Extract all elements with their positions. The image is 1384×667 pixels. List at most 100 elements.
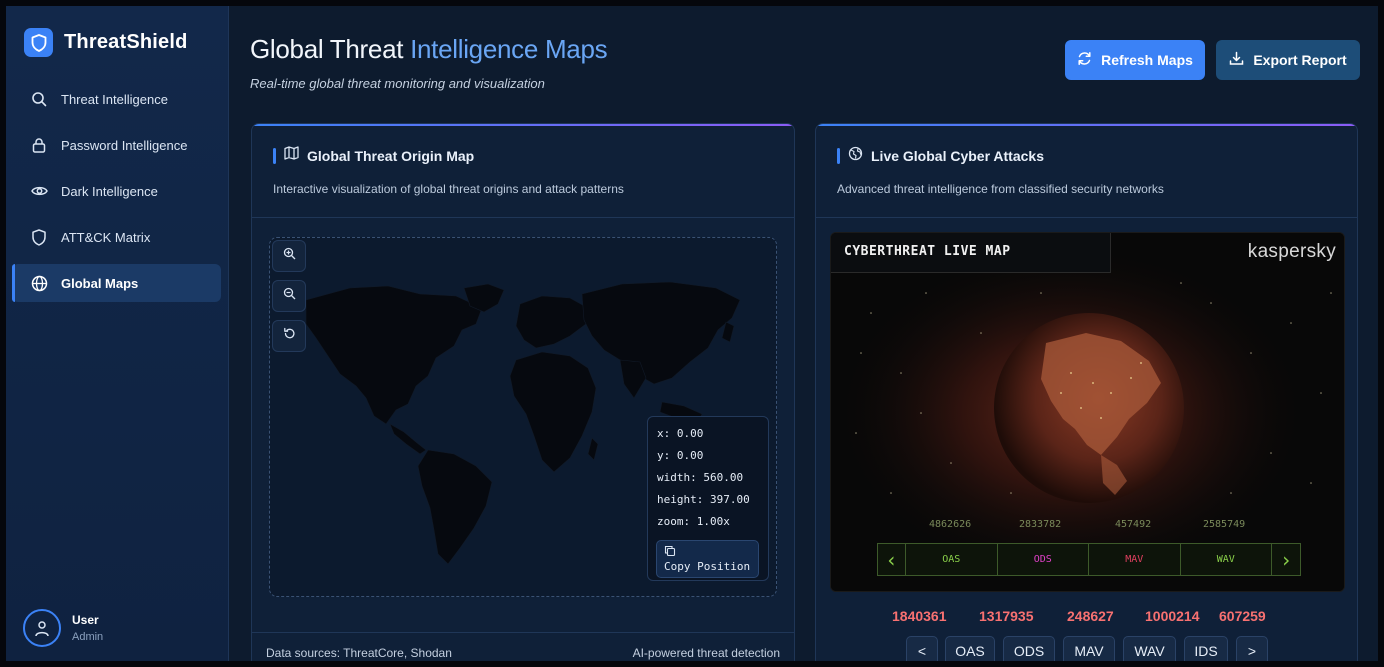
position-zoom: zoom: 1.00x [657,515,730,528]
export-report-label: Export Report [1253,52,1347,68]
zoom-out-icon [283,287,296,305]
page-title-highlight: Intelligence Maps [410,34,608,64]
panel-accent-bar [273,147,276,164]
prev-button[interactable]: < [906,636,938,661]
sidebar-item-label: Dark Intelligence [61,183,158,199]
chevron-left-icon[interactable]: ‹ [878,544,906,575]
panel-description: Advanced threat intelligence from classi… [837,182,1164,196]
page-subtitle: Real-time global threat monitoring and v… [250,76,545,91]
sidebar-item-global-maps[interactable]: Global Maps [12,264,221,302]
user-icon [23,609,61,647]
zoom-in-icon [283,247,296,265]
map-icon [284,146,299,165]
bar-cell-label: MAV [1125,554,1144,565]
refresh-icon [1077,51,1092,69]
search-icon [30,90,48,108]
bar-number: 2585749 [1203,519,1246,530]
app-name: ThreatShield [64,31,188,53]
download-icon [1229,51,1244,69]
bar-cell-wav[interactable]: WAV [1181,544,1272,575]
sidebar-item-threat-intelligence[interactable]: Threat Intelligence [12,80,221,118]
cyberthreat-live-map[interactable]: CYBERTHREAT LIVE MAP kaspersky 4862626 2… [830,232,1345,592]
reset-icon [283,327,296,345]
earth-globe-graphic [831,233,1344,591]
bar-cell-label: ODS [1033,554,1052,565]
user-name: User [72,613,99,627]
position-y: y: 0.00 [657,449,704,462]
stat-value: 248627 [1067,608,1114,624]
tab-mav[interactable]: MAV [1063,636,1115,661]
bar-cell-label: OAS [942,554,961,565]
user-role: Admin [72,631,104,643]
divider [816,217,1357,218]
position-readout: x: 0.00 y: 0.00 width: 560.00 height: 39… [647,416,769,581]
zoom-out-button[interactable] [272,280,306,312]
panel-accent-bar [837,148,840,164]
export-report-button[interactable]: Export Report [1216,40,1360,80]
data-sources: Data sources: ThreatCore, Shodan [266,646,452,660]
sidebar-item-label: Password Intelligence [61,137,188,153]
bar-number: 457492 [1115,519,1152,530]
stat-value: 1840361 [892,608,947,624]
bar-cell-mav[interactable]: MAV [1089,544,1181,575]
refresh-maps-button[interactable]: Refresh Maps [1065,40,1205,80]
panel-title: Global Threat Origin Map [307,147,475,164]
zoom-in-button[interactable] [272,240,306,272]
lock-icon [30,136,48,154]
tab-ods[interactable]: ODS [1003,636,1055,661]
bar-cell-oas[interactable]: OAS [906,544,998,575]
sidebar-nav: Threat Intelligence Password Intelligenc… [12,80,221,310]
reset-view-button[interactable] [272,320,306,352]
sidebar-item-dark-intelligence[interactable]: Dark Intelligence [12,172,221,210]
refresh-maps-label: Refresh Maps [1101,52,1193,68]
stat-value: 607259 [1219,608,1266,624]
app-window: ThreatShield Threat Intelligence Passwor… [6,6,1378,661]
sidebar-item-label: Threat Intelligence [61,91,168,107]
bar-cell-label: WAV [1216,554,1235,565]
position-height: height: 397.00 [657,493,750,506]
panel-header: Live Global Cyber Attacks [837,146,1044,166]
panel-title: Live Global Cyber Attacks [871,148,1044,164]
page-title-plain: Global Threat [250,34,411,64]
world-map[interactable]: x: 0.00 y: 0.00 width: 560.00 height: 39… [269,237,777,597]
globe-icon [848,146,863,166]
live-map-title: CYBERTHREAT LIVE MAP [831,233,1111,273]
stat-value: 1317935 [979,608,1034,624]
globe-icon [30,274,48,292]
eye-icon [30,182,48,200]
position-width: width: 560.00 [657,471,744,484]
panel-description: Interactive visualization of global thre… [273,182,624,196]
detection-bar: ‹ OAS ODS MAV WAV › [877,543,1301,576]
kaspersky-logo: kaspersky [1247,241,1336,262]
sidebar-item-password-intelligence[interactable]: Password Intelligence [12,126,221,164]
position-x: x: 0.00 [657,427,704,440]
stat-value: 1000214 [1145,608,1200,624]
tab-wav[interactable]: WAV [1123,636,1176,661]
tab-ids[interactable]: IDS [1184,636,1228,661]
chevron-right-icon[interactable]: › [1272,544,1300,575]
brand[interactable]: ThreatShield [24,28,188,57]
sidebar-item-label: Global Maps [61,275,139,291]
shield-icon [24,28,53,57]
page-title: Global Threat Intelligence Maps [250,34,608,65]
bar-number: 4862626 [929,519,972,530]
bar-number: 2833782 [1019,519,1062,530]
sidebar: ThreatShield Threat Intelligence Passwor… [6,6,229,661]
sidebar-item-label: ATT&CK Matrix [61,229,151,245]
shield-icon [30,228,48,246]
tab-oas[interactable]: OAS [945,636,995,661]
panel-header: Global Threat Origin Map [273,146,474,165]
main-content: Global Threat Intelligence Maps Real-tim… [229,6,1378,661]
copy-position-label: Copy Position [664,560,751,573]
sidebar-item-attack-matrix[interactable]: ATT&CK Matrix [12,218,221,256]
copy-icon [664,545,758,560]
panel-footer-divider [252,632,794,633]
live-attacks-panel: Live Global Cyber Attacks Advanced threa… [815,123,1358,661]
next-button[interactable]: > [1236,636,1268,661]
user-profile[interactable]: User Admin [23,609,103,647]
threat-origin-panel: Global Threat Origin Map Interactive vis… [251,123,795,661]
copy-position-button[interactable]: Copy Position [656,540,759,578]
bar-cell-ods[interactable]: ODS [998,544,1089,575]
ai-note: AI-powered threat detection [632,646,780,660]
divider [252,217,794,218]
